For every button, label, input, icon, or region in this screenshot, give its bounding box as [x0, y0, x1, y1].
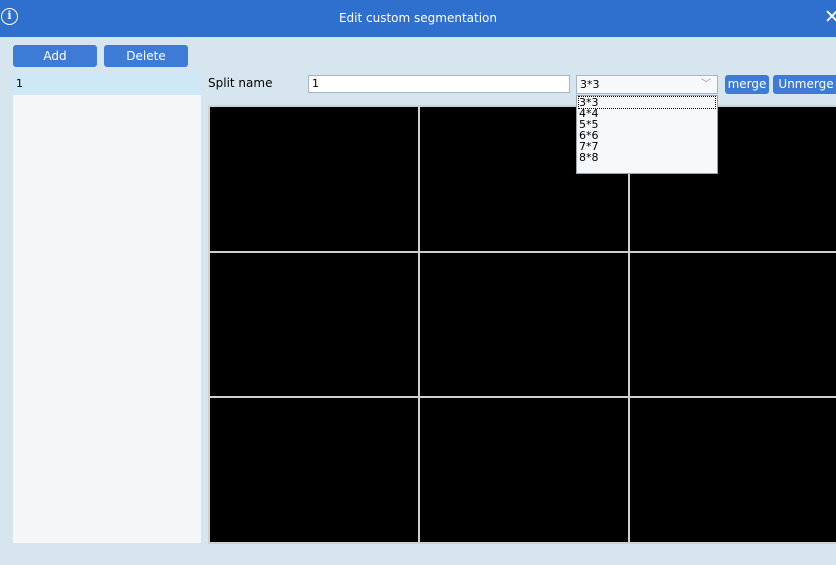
layout-dropdown: 3*3 4*4 5*5 6*6 7*7 8*8 — [576, 95, 718, 174]
segmentation-grid[interactable] — [208, 105, 836, 544]
split-name-label: Split name — [208, 76, 273, 90]
grid-cell[interactable] — [630, 398, 836, 542]
grid-cell[interactable] — [210, 398, 418, 542]
grid-cell[interactable] — [420, 398, 628, 542]
segmentation-list: 1 — [13, 73, 201, 543]
merge-button[interactable]: merge — [725, 75, 769, 94]
dropdown-option[interactable]: 3*3 — [578, 96, 716, 109]
split-name-input[interactable]: 1 — [308, 75, 570, 93]
window-title: Edit custom segmentation — [338, 11, 498, 25]
close-icon[interactable]: ✕ — [824, 6, 836, 28]
list-item[interactable]: 1 — [13, 73, 201, 95]
chevron-down-icon: ﹀ — [701, 79, 711, 90]
grid-cell[interactable] — [420, 252, 628, 397]
delete-button[interactable]: Delete — [104, 45, 188, 67]
grid-cell[interactable] — [210, 107, 418, 251]
add-button[interactable]: Add — [13, 45, 97, 67]
unmerge-button[interactable]: Unmerge — [773, 75, 836, 94]
layout-select-value: 3*3 — [580, 78, 600, 91]
dropdown-option[interactable]: 8*8 — [579, 152, 599, 163]
layout-select[interactable]: 3*3 ﹀ — [576, 75, 718, 94]
title-bar: i Edit custom segmentation ✕ — [0, 0, 836, 37]
grid-cell[interactable] — [210, 252, 418, 397]
grid-cell[interactable] — [630, 252, 836, 397]
